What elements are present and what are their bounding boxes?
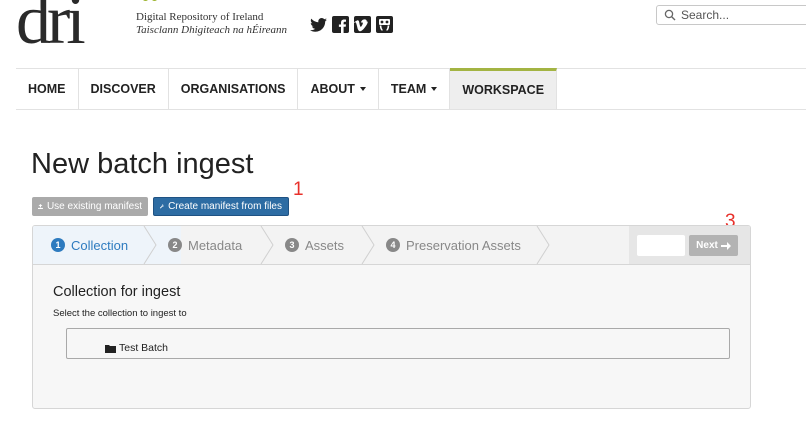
- twitter-icon[interactable]: [310, 16, 327, 33]
- step-assets[interactable]: 3 Assets: [285, 226, 344, 264]
- logo-line-irish: Taisclann Dhigiteach na hÉireann: [136, 24, 288, 36]
- logo-mark: dri: [16, 0, 86, 59]
- nav-team[interactable]: TEAM: [379, 69, 451, 109]
- step-label: Collection: [71, 237, 129, 253]
- create-manifest-label: Create manifest from files: [168, 201, 282, 212]
- nav-team-label: TEAM: [390, 82, 427, 96]
- panel-subtitle: Select the collection to ingest to: [53, 308, 187, 319]
- create-manifest-button[interactable]: Create manifest from files: [153, 197, 289, 216]
- arrow-right-icon: [720, 241, 731, 250]
- vimeo-icon[interactable]: [354, 16, 371, 33]
- step-number: 3: [285, 238, 299, 252]
- social-links: [310, 16, 393, 33]
- nav-workspace[interactable]: WORKSPACE: [450, 68, 558, 109]
- panel-title: Collection for ingest: [53, 284, 181, 300]
- step-label: Metadata: [188, 237, 243, 253]
- step-number: 4: [386, 238, 400, 252]
- wizard-steps: 1 Collection 2 Metadata 3 Assets 4 Prese…: [33, 226, 750, 265]
- logo-line-english: Digital Repository of Ireland: [136, 11, 264, 23]
- caret-down-icon: [359, 87, 366, 91]
- use-existing-manifest-button[interactable]: Use existing manifest: [32, 197, 148, 216]
- upload-icon: [38, 204, 43, 209]
- wrench-icon: [160, 204, 164, 209]
- next-label: Next: [696, 240, 718, 251]
- main-nav: HOME DISCOVER ORGANISATIONS ABOUT TEAM W…: [16, 68, 806, 110]
- nav-workspace-label: WORKSPACE: [462, 83, 545, 97]
- step-metadata[interactable]: 2 Metadata: [168, 226, 242, 264]
- search-input[interactable]: [681, 7, 801, 23]
- logo-text: Digital Repository of Ireland Taisclann …: [136, 11, 287, 37]
- nav-about[interactable]: ABOUT: [298, 69, 379, 109]
- slideshare-icon[interactable]: [376, 16, 393, 33]
- nav-home-label: HOME: [28, 82, 66, 96]
- facebook-icon[interactable]: [332, 16, 349, 33]
- nav-organisations-label: ORGANISATIONS: [180, 82, 286, 96]
- nav-discover[interactable]: DISCOVER: [79, 69, 169, 109]
- search-box[interactable]: [656, 5, 806, 25]
- step-number: 1: [51, 238, 65, 252]
- nav-discover-label: DISCOVER: [90, 82, 156, 96]
- step-label: Preservation Assets: [406, 237, 521, 253]
- collection-item[interactable]: Test Batch: [105, 342, 168, 354]
- next-button[interactable]: Next: [689, 235, 738, 256]
- folder-icon: [105, 344, 116, 353]
- search-icon: [664, 9, 676, 21]
- page-title: New batch ingest: [31, 148, 254, 180]
- collection-item-label: Test Batch: [119, 342, 169, 354]
- nav-about-label: ABOUT: [310, 82, 355, 96]
- logo-dots: [142, 0, 160, 2]
- nav-home[interactable]: HOME: [16, 69, 79, 109]
- step-collection[interactable]: 1 Collection: [51, 226, 128, 264]
- step-label: Assets: [305, 237, 345, 253]
- step-preservation-assets[interactable]: 4 Preservation Assets: [386, 226, 521, 264]
- nav-organisations[interactable]: ORGANISATIONS: [169, 69, 299, 109]
- step-number: 2: [168, 238, 182, 252]
- use-existing-manifest-label: Use existing manifest: [46, 201, 142, 212]
- annotation-1: 1: [293, 179, 304, 200]
- caret-down-icon: [431, 87, 438, 91]
- previous-button-slot: [637, 235, 685, 256]
- ingest-wizard: 1 Collection 2 Metadata 3 Assets 4 Prese…: [32, 225, 751, 409]
